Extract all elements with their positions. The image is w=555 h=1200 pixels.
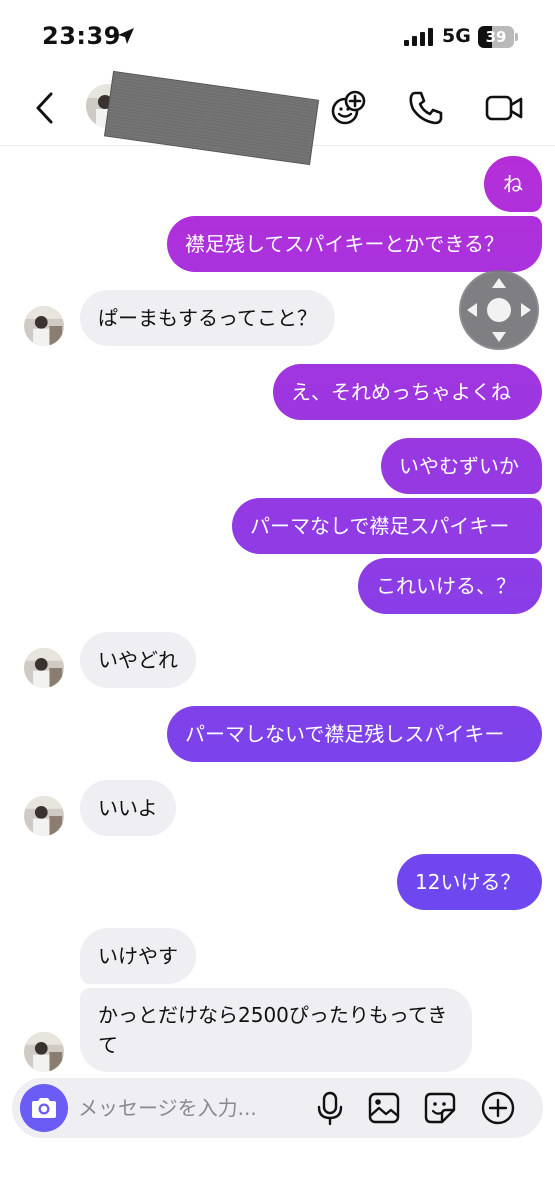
status-time: 23:39 <box>42 22 121 50</box>
message-bubble-in[interactable]: いいよ <box>80 780 176 836</box>
network-type: 5G <box>442 25 471 47</box>
message-input[interactable] <box>78 1078 298 1138</box>
sender-avatar[interactable] <box>24 306 64 346</box>
message-bubble-in[interactable]: ぱーまもするってこと？ <box>80 290 335 346</box>
assistive-touch-dpad-icon[interactable] <box>459 270 539 350</box>
message-bubble-out[interactable]: 襟足残してスパイキーとかできる？ <box>167 216 542 272</box>
chat-header <box>0 70 555 165</box>
add-effect-face-icon[interactable] <box>328 88 368 128</box>
status-bar: 23:39 5G 39 <box>0 0 555 70</box>
chevron-left-icon[interactable] <box>30 90 60 126</box>
plus-circle-icon[interactable] <box>480 1090 516 1126</box>
image-icon[interactable] <box>366 1090 402 1126</box>
message-bubble-out[interactable]: パーマしないで襟足残しスパイキー <box>167 706 542 762</box>
message-bubble-out[interactable]: パーマなしで襟足スパイキー <box>232 498 542 554</box>
message-bubble-in[interactable]: かっとだけなら2500ぴったりもってきて <box>80 988 472 1072</box>
message-bubble-out[interactable]: これいける、？ <box>358 558 542 614</box>
camera-button[interactable] <box>20 1084 68 1132</box>
message-bubble-out[interactable]: え、それめっちゃよくね <box>273 364 542 420</box>
sender-avatar[interactable] <box>24 648 64 688</box>
message-bubble-in[interactable]: いけやす <box>80 928 196 984</box>
message-bubble-in[interactable]: いやどれ <box>80 632 196 688</box>
message-composer <box>12 1078 543 1138</box>
camera-icon <box>32 1098 56 1118</box>
message-bubble-out[interactable]: いやむずいか <box>381 438 542 494</box>
microphone-icon[interactable] <box>312 1090 348 1126</box>
sender-avatar[interactable] <box>24 796 64 836</box>
phone-icon[interactable] <box>406 88 446 128</box>
cellular-signal-icon <box>404 28 433 46</box>
message-bubble-out[interactable]: ね <box>484 156 542 212</box>
sticker-icon[interactable] <box>422 1090 458 1126</box>
battery-icon: 39 <box>478 26 518 48</box>
message-bubble-out[interactable]: 12いける？ <box>397 854 542 910</box>
location-arrow-icon <box>118 28 134 44</box>
battery-percent: 39 <box>485 28 507 46</box>
sender-avatar[interactable] <box>24 1032 64 1072</box>
video-camera-icon[interactable] <box>484 88 524 128</box>
